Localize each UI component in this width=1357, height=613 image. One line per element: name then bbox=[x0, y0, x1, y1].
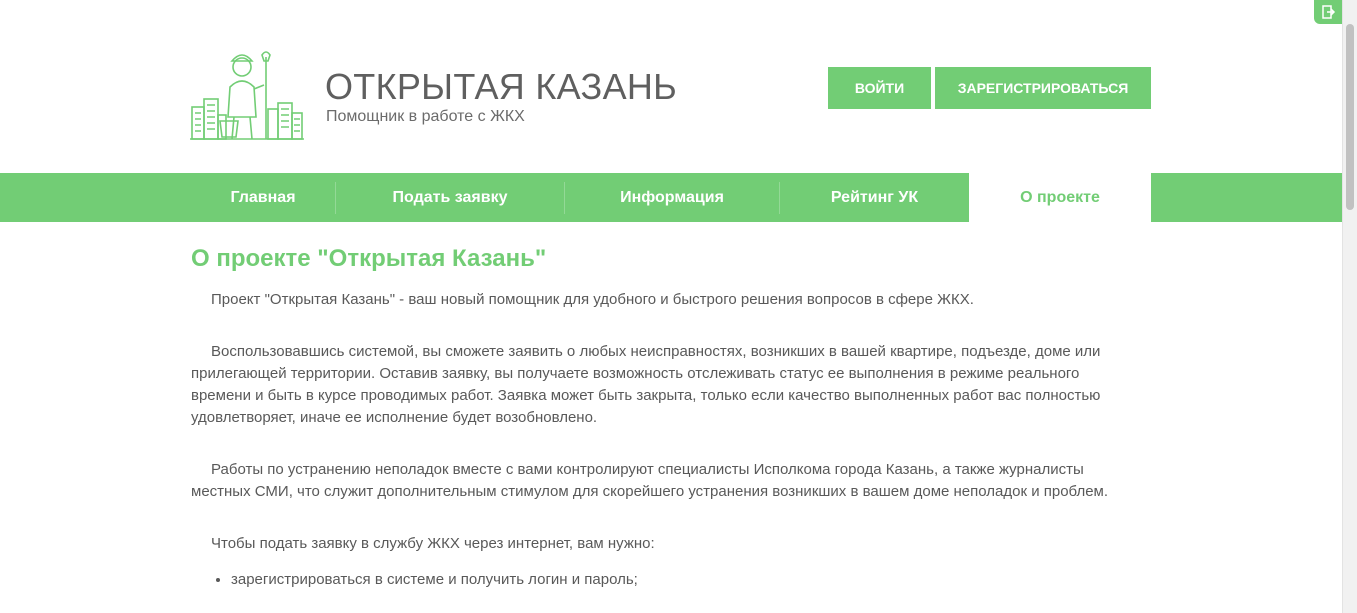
main-nav: Главная Подать заявку Информация Рейтинг… bbox=[0, 173, 1342, 222]
scrollbar-thumb[interactable] bbox=[1346, 24, 1354, 210]
list-item: зарегистрироваться в системе и получить … bbox=[231, 569, 1141, 591]
register-button[interactable]: ЗАРЕГИСТРИРОВАТЬСЯ bbox=[935, 67, 1151, 109]
page-title: О проекте "Открытая Казань" bbox=[191, 245, 547, 272]
site-title: ОТКРЫТАЯ КАЗАНЬ bbox=[325, 66, 678, 107]
nav-item-submit-request[interactable]: Подать заявку bbox=[336, 173, 564, 222]
paragraph: Проект "Открытая Казань" - ваш новый пом… bbox=[211, 291, 974, 308]
worker-city-logo-icon bbox=[190, 51, 304, 140]
site-logo[interactable] bbox=[190, 47, 304, 141]
page: ОТКРЫТАЯ КАЗАНЬ Помощник в работе с ЖКХ … bbox=[0, 0, 1342, 613]
exit-door-icon bbox=[1322, 5, 1336, 19]
paragraph: Работы по устранению неполадок вместе с … bbox=[191, 461, 1109, 500]
nav-item-home[interactable]: Главная bbox=[191, 173, 335, 222]
login-button[interactable]: ВОЙТИ bbox=[828, 67, 931, 109]
nav-item-rating[interactable]: Рейтинг УК bbox=[780, 173, 969, 222]
main-content: О проекте "Открытая Казань" Проект "Откр… bbox=[191, 245, 1141, 591]
steps-list: зарегистрироваться в системе и получить … bbox=[191, 569, 1141, 591]
nav-item-about[interactable]: О проекте bbox=[969, 173, 1151, 222]
paragraph: Воспользовавшись системой, вы сможете за… bbox=[191, 343, 1101, 426]
exit-widget-button[interactable] bbox=[1314, 0, 1342, 24]
vertical-scrollbar[interactable] bbox=[1342, 0, 1357, 613]
nav-item-information[interactable]: Информация bbox=[565, 173, 779, 222]
paragraph: Чтобы подать заявку в службу ЖКХ через и… bbox=[211, 535, 655, 552]
site-subtitle: Помощник в работе с ЖКХ bbox=[326, 108, 525, 125]
